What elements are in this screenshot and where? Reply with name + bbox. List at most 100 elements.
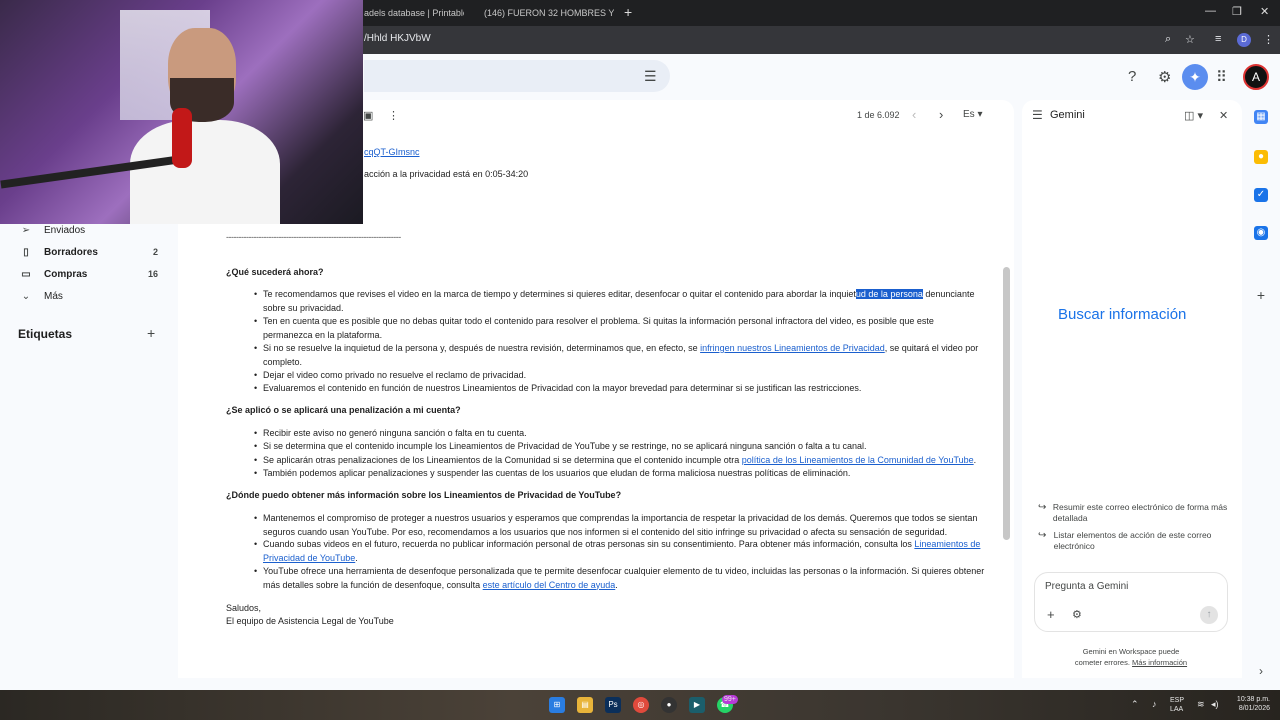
list-item-text: YouTube ofrece una herramienta de desenf…: [263, 566, 985, 590]
video-link[interactable]: cqQT-GImsnc: [364, 146, 420, 159]
photoshop-icon[interactable]: Ps: [605, 697, 621, 713]
list-item-text: .: [355, 552, 358, 563]
prompt-input[interactable]: Pregunta a Gemini: [1045, 581, 1128, 592]
sidebar-item-label: Enviados: [44, 224, 86, 236]
language-select[interactable]: Es ▾: [963, 109, 982, 120]
tab-label: (146) FUERON 32 HOMBRES Y M: [484, 8, 614, 18]
more-info-link[interactable]: Más información: [1132, 658, 1187, 667]
sidebar-item-more[interactable]: ⌄ Más: [18, 287, 158, 305]
bookmark-star-icon[interactable]: ☆: [1185, 33, 1195, 46]
sidebar-item-count: 16: [147, 269, 158, 279]
draft-icon: ▯: [23, 246, 29, 258]
suggestion-item[interactable]: ↪ Resumir este correo electrónico de for…: [1038, 502, 1228, 524]
profile-avatar[interactable]: D: [1237, 33, 1251, 47]
list-item-text: .: [973, 455, 977, 465]
apps-grid-icon[interactable]: ⠿: [1216, 68, 1227, 86]
account-avatar[interactable]: A: [1243, 64, 1269, 90]
disclaimer-line: cometer errores. Más información: [1034, 657, 1228, 668]
sidebar-item-count: 2: [152, 247, 158, 257]
tasks-icon[interactable]: ✓: [1254, 188, 1268, 202]
reply-arrow-icon: ↪: [1038, 530, 1047, 541]
clock[interactable]: 10:38 p.m. 8/01/2026: [1228, 695, 1270, 713]
date: 8/01/2026: [1238, 705, 1270, 712]
maximize-icon[interactable]: ❐: [1232, 5, 1242, 18]
search-input[interactable]: [364, 60, 670, 92]
labels-heading: Etiquetas: [18, 327, 73, 341]
label-icon[interactable]: ▣: [363, 109, 373, 122]
search-options-icon[interactable]: ☰: [644, 68, 657, 85]
disclaimer-line: Gemini en Workspace puede: [1082, 647, 1180, 656]
list-item: Evaluaremos el contenido en función de n…: [254, 382, 985, 396]
file-explorer-icon[interactable]: ▤: [577, 697, 593, 713]
zoom-icon[interactable]: ⌕: [1165, 33, 1171, 46]
tray-chevron-icon[interactable]: ⌃: [1131, 700, 1139, 709]
browser-tab[interactable]: (146) FUERON 32 HOMBRES Y M ✕: [478, 3, 614, 23]
more-menu-icon[interactable]: ⋮: [1263, 33, 1274, 46]
gemini-icon[interactable]: ✦: [1182, 64, 1208, 90]
keep-icon[interactable]: ●: [1254, 150, 1268, 164]
list-item: Si se determina que el contenido incumpl…: [254, 440, 985, 454]
selected-text: ud de la persona: [855, 289, 923, 299]
chevron-right-icon[interactable]: ›: [1254, 664, 1268, 678]
add-label-icon[interactable]: +: [147, 325, 155, 341]
list-item: También podemos aplicar penalizaciones y…: [254, 467, 985, 481]
volume-icon[interactable]: ◂): [1211, 700, 1219, 709]
close-window-icon[interactable]: ✕: [1260, 5, 1269, 18]
gemini-disclaimer: Gemini en Workspace puede cometer errore…: [1034, 646, 1228, 668]
new-tab-button[interactable]: +: [624, 4, 632, 20]
next-icon[interactable]: ›: [939, 107, 943, 122]
list-item: Te recomendamos que revises el video en …: [254, 288, 985, 315]
sidebar-item-label: Compras: [44, 268, 88, 280]
gear-icon[interactable]: ⚙: [1158, 68, 1171, 86]
url-text[interactable]: /Hhld HKJVbW: [364, 33, 431, 44]
scrollbar[interactable]: [1003, 267, 1010, 540]
sidebar-item-label: Borradores: [44, 246, 98, 258]
infringement-timestamp: acción a la privacidad está en 0:05-34:2…: [364, 169, 529, 179]
calendar-icon[interactable]: ▦: [1254, 110, 1268, 124]
help-icon[interactable]: ?: [1128, 68, 1136, 85]
windows-start-icon[interactable]: ⊞: [549, 697, 565, 713]
suggestion-text: Listar elementos de acción de este corre…: [1053, 530, 1212, 551]
help-center-link[interactable]: este artículo del Centro de ayuda: [483, 580, 616, 590]
section-heading: ¿Se aplicó o se aplicará una penalizació…: [226, 405, 461, 415]
more-options-icon[interactable]: ⋮: [388, 109, 399, 122]
sidebar-item-label: Más: [44, 290, 63, 302]
send-arrow-icon[interactable]: ↑: [1200, 606, 1218, 624]
language-line: LAA: [1170, 706, 1184, 713]
contacts-icon[interactable]: ◉: [1254, 226, 1268, 240]
mic-tray-icon[interactable]: ♪: [1152, 700, 1157, 709]
obs-icon[interactable]: ●: [661, 697, 677, 713]
divider: ----------------------------------------…: [226, 232, 401, 242]
suggestion-item[interactable]: ↪ Listar elementos de acción de este cor…: [1038, 530, 1228, 552]
community-guidelines-link[interactable]: política de los Lineamientos de la Comun…: [742, 455, 974, 465]
person-shirt: [130, 120, 280, 224]
previous-icon[interactable]: ‹: [912, 107, 916, 122]
add-icon[interactable]: +: [1047, 607, 1055, 622]
list-item: Ten en cuenta que es posible que no deba…: [254, 315, 985, 342]
suggestion-text: Resumir este correo electrónico de forma…: [1052, 502, 1228, 523]
chrome-icon[interactable]: ◎: [633, 697, 649, 713]
menu-icon[interactable]: ☰: [1032, 108, 1043, 122]
signature: El equipo de Asistencia Legal de YouTube: [226, 616, 394, 626]
list-item: Se aplicarán otras penalizaciones de los…: [254, 454, 985, 468]
tools-icon[interactable]: ⚙: [1072, 608, 1082, 621]
media-icon[interactable]: ≡: [1215, 33, 1221, 45]
sidebar-item-purchases[interactable]: ▭ Compras 16: [18, 265, 158, 283]
language-line: ESP: [1170, 697, 1185, 704]
language-value: Es: [963, 109, 975, 120]
time: 10:38 p.m.: [1236, 696, 1270, 703]
language-indicator[interactable]: ESP LAA: [1170, 696, 1188, 714]
tab-label: adels database | Printable: [364, 8, 464, 18]
browser-tab[interactable]: adels database | Printable ✕: [364, 3, 464, 23]
add-addon-icon[interactable]: +: [1254, 288, 1268, 302]
minimize-icon[interactable]: —: [1205, 5, 1216, 17]
signoff: Saludos,: [226, 603, 262, 613]
wifi-icon[interactable]: ≋: [1197, 700, 1205, 709]
sidebar-item-drafts[interactable]: ▯ Borradores 2: [18, 243, 158, 261]
privacy-guidelines-link[interactable]: infringen nuestros Lineamientos de Priva…: [700, 343, 885, 353]
list-item: Mantenemos el compromiso de proteger a n…: [254, 512, 985, 539]
list-item-text: Si no se resuelve la inquietud de la per…: [263, 343, 701, 353]
close-icon[interactable]: ✕: [1219, 109, 1228, 122]
app-icon[interactable]: ▶: [689, 697, 705, 713]
panel-layout-icon[interactable]: ◫ ▾: [1184, 109, 1203, 122]
